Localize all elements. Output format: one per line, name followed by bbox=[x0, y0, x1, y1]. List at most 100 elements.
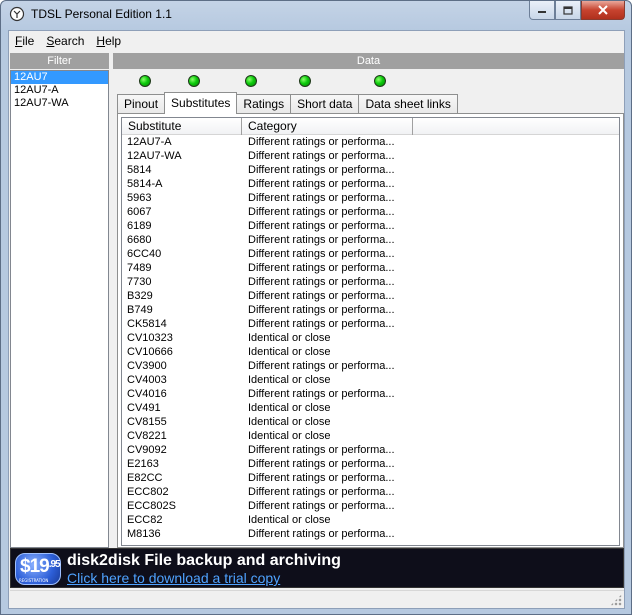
substitute-cell: CV4003 bbox=[127, 374, 167, 386]
substitute-cell: 6189 bbox=[127, 220, 152, 232]
substitute-cell: 6067 bbox=[127, 206, 152, 218]
category-cell: Different ratings or performa... bbox=[248, 150, 395, 162]
table-row[interactable]: ECC82 Identical or close bbox=[122, 513, 619, 527]
table-row[interactable]: E2163 Different ratings or performa... bbox=[122, 457, 619, 471]
table-row[interactable]: CV9092 Different ratings or performa... bbox=[122, 443, 619, 457]
title-bar[interactable]: TDSL Personal Edition 1.1 bbox=[1, 1, 631, 29]
substitute-cell: CK5814 bbox=[127, 318, 167, 330]
table-row[interactable]: 12AU7-WA Different ratings or performa... bbox=[122, 149, 619, 163]
substitute-cell: CV491 bbox=[127, 402, 161, 414]
category-cell: Different ratings or performa... bbox=[248, 360, 395, 372]
resize-grip-icon[interactable] bbox=[610, 594, 622, 606]
category-cell: Different ratings or performa... bbox=[248, 304, 395, 316]
window-title: TDSL Personal Edition 1.1 bbox=[31, 7, 172, 21]
category-cell: Different ratings or performa... bbox=[248, 500, 395, 512]
table-row[interactable]: CV3900 Different ratings or performa... bbox=[122, 359, 619, 373]
substitute-cell: 5963 bbox=[127, 192, 152, 204]
pane-splitter[interactable] bbox=[109, 70, 113, 548]
tab-ratings[interactable]: Ratings bbox=[236, 94, 292, 114]
filter-header: Filter bbox=[10, 53, 109, 69]
category-cell: Different ratings or performa... bbox=[248, 262, 395, 274]
tube-app-icon bbox=[9, 6, 25, 22]
table-row[interactable]: 5814-A Different ratings or performa... bbox=[122, 177, 619, 191]
menu-help[interactable]: Help bbox=[90, 34, 127, 48]
column-header-category[interactable]: Category bbox=[242, 118, 413, 135]
substitute-cell: CV10666 bbox=[127, 346, 173, 358]
maximize-button[interactable] bbox=[555, 1, 581, 20]
substitutes-grid[interactable]: Substitute Category 12AU7-A Different rat… bbox=[121, 117, 620, 546]
filter-list[interactable]: 12AU7 12AU7-A 12AU7-WA bbox=[10, 70, 109, 548]
close-button[interactable] bbox=[581, 1, 625, 20]
menu-search-label: earch bbox=[54, 34, 85, 48]
table-row[interactable]: CK5814 Different ratings or performa... bbox=[122, 317, 619, 331]
substitute-cell: 7489 bbox=[127, 262, 152, 274]
table-row[interactable]: 6067 Different ratings or performa... bbox=[122, 205, 619, 219]
tab-substitutes[interactable]: Substitutes bbox=[164, 92, 238, 114]
table-row[interactable]: 6680 Different ratings or performa... bbox=[122, 233, 619, 247]
table-row[interactable]: 7730 Different ratings or performa... bbox=[122, 275, 619, 289]
table-row[interactable]: CV4003 Identical or close bbox=[122, 373, 619, 387]
table-row[interactable]: CV8155 Identical or close bbox=[122, 415, 619, 429]
table-row[interactable]: B329 Different ratings or performa... bbox=[122, 289, 619, 303]
menu-file[interactable]: File bbox=[9, 34, 40, 48]
badge-subtitle: REGISTRATION bbox=[19, 578, 49, 583]
close-icon bbox=[598, 5, 608, 15]
category-cell: Different ratings or performa... bbox=[248, 472, 395, 484]
column-header-filler bbox=[413, 118, 619, 135]
ad-banner[interactable]: $19.95 REGISTRATION disk2disk File backu… bbox=[10, 548, 624, 588]
category-cell: Identical or close bbox=[248, 402, 331, 414]
trial-download-link[interactable]: Click here to download a trial copy bbox=[67, 570, 280, 586]
substitute-cell: 6CC40 bbox=[127, 248, 162, 260]
table-row[interactable]: CV10323 Identical or close bbox=[122, 331, 619, 345]
tab-pinout[interactable]: Pinout bbox=[117, 94, 166, 114]
table-row[interactable]: 7489 Different ratings or performa... bbox=[122, 261, 619, 275]
filter-item-12au7-wa[interactable]: 12AU7-WA bbox=[11, 97, 108, 110]
table-row[interactable]: CV491 Identical or close bbox=[122, 401, 619, 415]
badge-price: $19.95 bbox=[20, 556, 61, 578]
table-row[interactable]: ECC802S Different ratings or performa... bbox=[122, 499, 619, 513]
filter-item-12au7[interactable]: 12AU7 bbox=[11, 71, 108, 84]
category-cell: Different ratings or performa... bbox=[248, 388, 395, 400]
status-led-icon bbox=[139, 75, 151, 87]
category-cell: Different ratings or performa... bbox=[248, 136, 395, 148]
category-cell: Different ratings or performa... bbox=[248, 276, 395, 288]
data-tabs: Pinout Substitutes Ratings Short data Da… bbox=[117, 92, 458, 114]
menu-search[interactable]: Search bbox=[40, 34, 90, 48]
table-row[interactable]: CV4016 Different ratings or performa... bbox=[122, 387, 619, 401]
substitute-cell: CV9092 bbox=[127, 444, 167, 456]
category-cell: Different ratings or performa... bbox=[248, 192, 395, 204]
status-led-icon bbox=[245, 75, 257, 87]
table-row[interactable]: 5963 Different ratings or performa... bbox=[122, 191, 619, 205]
table-row[interactable]: E82CC Different ratings or performa... bbox=[122, 471, 619, 485]
badge-price-main: $19 bbox=[20, 556, 50, 577]
table-row[interactable]: B749 Different ratings or performa... bbox=[122, 303, 619, 317]
category-cell: Different ratings or performa... bbox=[248, 318, 395, 330]
status-bar bbox=[10, 590, 624, 608]
table-row[interactable]: 6CC40 Different ratings or performa... bbox=[122, 247, 619, 261]
minimize-button[interactable] bbox=[529, 1, 555, 20]
table-row[interactable]: CV10666 Identical or close bbox=[122, 345, 619, 359]
table-row[interactable]: 6189 Different ratings or performa... bbox=[122, 219, 619, 233]
tab-short-data[interactable]: Short data bbox=[290, 94, 360, 114]
status-led-icon bbox=[299, 75, 311, 87]
category-cell: Identical or close bbox=[248, 332, 331, 344]
table-row[interactable]: CV8221 Identical or close bbox=[122, 429, 619, 443]
category-cell: Different ratings or performa... bbox=[248, 220, 395, 232]
category-cell: Different ratings or performa... bbox=[248, 290, 395, 302]
badge-price-cents: .95 bbox=[48, 559, 61, 570]
menu-bar: File Search Help bbox=[9, 31, 624, 51]
column-header-substitute[interactable]: Substitute bbox=[122, 118, 242, 135]
table-row[interactable]: M8136 Different ratings or performa... bbox=[122, 527, 619, 541]
table-row[interactable]: 12AU7-A Different ratings or performa... bbox=[122, 135, 619, 149]
category-cell: Different ratings or performa... bbox=[248, 234, 395, 246]
filter-item-12au7-a[interactable]: 12AU7-A bbox=[11, 84, 108, 97]
table-row[interactable]: 5814 Different ratings or performa... bbox=[122, 163, 619, 177]
tab-data-sheet-links[interactable]: Data sheet links bbox=[358, 94, 458, 114]
status-leds bbox=[113, 71, 624, 91]
table-row[interactable]: ECC802 Different ratings or performa... bbox=[122, 485, 619, 499]
category-cell: Identical or close bbox=[248, 416, 331, 428]
grid-header: Substitute Category bbox=[122, 118, 619, 135]
substitute-cell: CV10323 bbox=[127, 332, 173, 344]
substitute-cell: CV8155 bbox=[127, 416, 167, 428]
client-area: File Search Help Filter Data 12AU7 12AU7… bbox=[8, 30, 625, 609]
